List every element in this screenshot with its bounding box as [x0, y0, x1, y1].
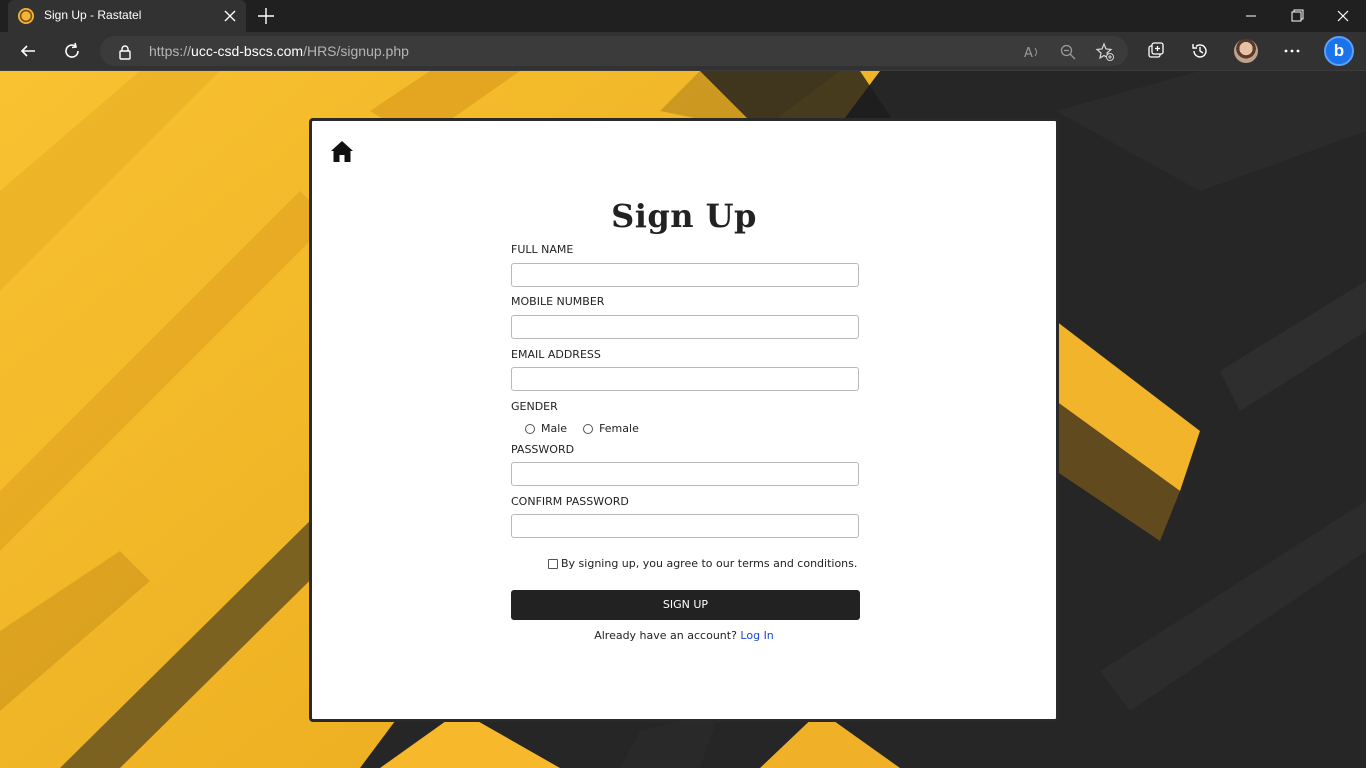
gender-label: GENDER: [511, 400, 558, 413]
confirm-password-input[interactable]: [511, 514, 859, 538]
browser-titlebar: Sign Up - Rastatel: [0, 0, 1366, 32]
login-prompt-row: Already have an account? Log In: [312, 629, 1056, 642]
male-radio[interactable]: [525, 423, 535, 434]
home-icon[interactable]: [330, 139, 354, 163]
female-radio-label[interactable]: Female: [599, 422, 639, 435]
full-name-input[interactable]: [511, 263, 859, 287]
site-favicon-icon: [18, 8, 34, 24]
password-input[interactable]: [511, 462, 859, 486]
new-tab-button[interactable]: [254, 4, 278, 28]
lock-icon[interactable]: [118, 44, 132, 65]
full-name-label: FULL NAME: [511, 243, 574, 256]
close-window-button[interactable]: [1320, 0, 1366, 32]
mobile-number-label: MOBILE NUMBER: [511, 295, 605, 308]
bing-icon[interactable]: b: [1324, 36, 1354, 66]
restore-button[interactable]: [1274, 0, 1320, 32]
terms-text[interactable]: By signing up, you agree to our terms an…: [561, 557, 857, 570]
profile-avatar[interactable]: [1234, 39, 1258, 63]
mobile-number-input[interactable]: [511, 315, 859, 339]
close-tab-icon[interactable]: [220, 6, 240, 26]
collections-button[interactable]: [1141, 36, 1171, 66]
more-icon: [1284, 49, 1300, 53]
login-prompt-text: Already have an account?: [594, 629, 741, 642]
history-icon: [1192, 44, 1207, 58]
zoom-out-icon[interactable]: [1058, 42, 1078, 62]
refresh-button[interactable]: [57, 36, 87, 66]
gender-radio-group: Male Female: [525, 422, 655, 435]
log-in-link[interactable]: Log In: [740, 629, 773, 642]
password-label: PASSWORD: [511, 443, 575, 456]
email-address-label: EMAIL ADDRESS: [511, 348, 601, 361]
browser-tab[interactable]: Sign Up - Rastatel: [8, 0, 246, 32]
page-background: Sign Up FULL NAME MOBILE NUMBER EMAIL AD…: [0, 71, 1366, 768]
svg-text:A: A: [1024, 46, 1033, 61]
signup-card: Sign Up FULL NAME MOBILE NUMBER EMAIL AD…: [309, 118, 1059, 722]
url-domain: ucc-csd-bscs.com: [191, 43, 304, 59]
browser-toolbar: https://ucc-csd-bscs.com/HRS/signup.php …: [0, 32, 1366, 71]
terms-checkbox[interactable]: [548, 558, 558, 569]
url-scheme: https://: [149, 43, 192, 59]
female-radio[interactable]: [583, 423, 594, 434]
url-path: /HRS/signup.php: [303, 43, 409, 59]
email-address-input[interactable]: [511, 367, 859, 391]
confirm-password-label: CONFIRM PASSWORD: [511, 495, 629, 508]
collections-icon: [1148, 42, 1164, 58]
more-button[interactable]: [1277, 36, 1307, 66]
back-arrow-icon: [20, 45, 35, 57]
url-text[interactable]: https://ucc-csd-bscs.com/HRS/signup.php: [149, 43, 409, 59]
tab-title: Sign Up - Rastatel: [44, 8, 142, 22]
address-bar[interactable]: https://ucc-csd-bscs.com/HRS/signup.php …: [100, 36, 1128, 66]
add-favorite-icon[interactable]: [1095, 42, 1115, 62]
history-button[interactable]: [1185, 36, 1215, 66]
minimize-button[interactable]: [1228, 0, 1274, 32]
male-radio-label[interactable]: Male: [541, 422, 567, 435]
read-aloud-icon[interactable]: A: [1022, 42, 1042, 62]
terms-row: By signing up, you agree to our terms an…: [548, 557, 857, 570]
back-button[interactable]: [13, 36, 43, 66]
sign-up-button[interactable]: SIGN UP: [511, 590, 860, 620]
refresh-icon: [65, 42, 79, 58]
page-title: Sign Up: [611, 197, 757, 235]
